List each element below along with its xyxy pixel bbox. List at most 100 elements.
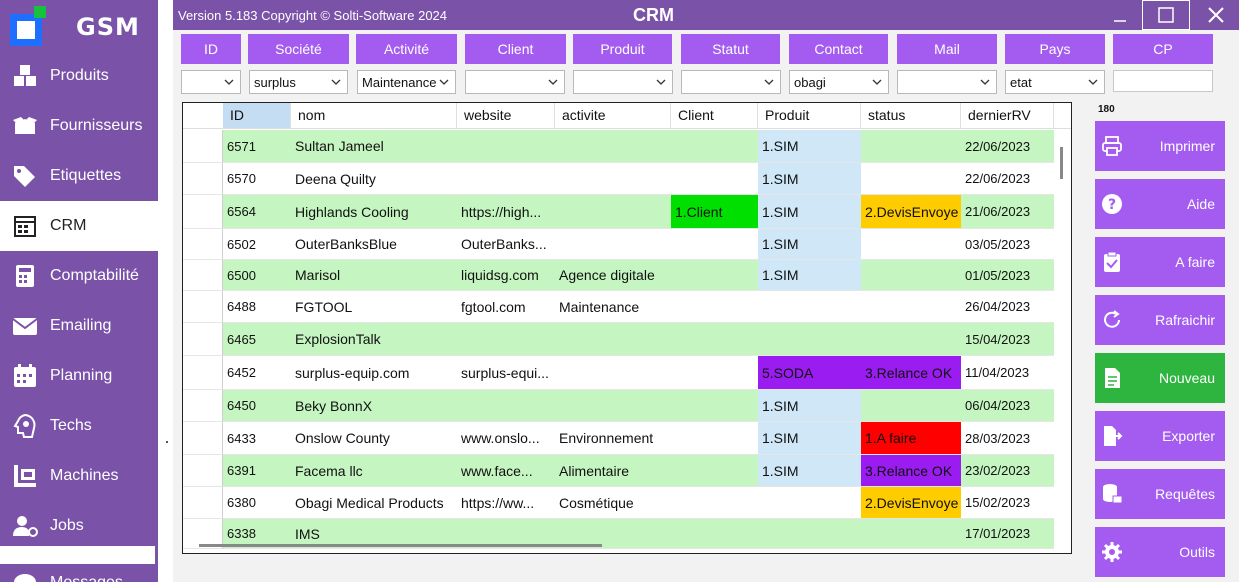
sidebar-item-messages[interactable]: Messages <box>0 558 158 582</box>
filter-select-id[interactable] <box>181 70 241 94</box>
cell-client[interactable] <box>671 130 758 162</box>
cell-id[interactable]: 6564 <box>223 195 291 228</box>
filter-select-activite[interactable]: Maintenance <box>357 70 456 94</box>
sidebar-item-etiquettes[interactable]: Etiquettes <box>0 151 158 201</box>
filter-header-pays[interactable]: Pays <box>1005 34 1105 64</box>
cell-status[interactable] <box>861 130 961 162</box>
sidebar-item-emailing[interactable]: Emailing <box>0 301 158 351</box>
cell-client[interactable] <box>671 455 758 486</box>
imprimer-button[interactable]: Imprimer <box>1095 121 1225 171</box>
filter-header-mail[interactable]: Mail <box>897 34 997 64</box>
column-header-website[interactable]: website <box>457 103 555 128</box>
cell-website[interactable]: surplus-equi... <box>457 356 555 389</box>
cell-produit[interactable] <box>758 291 861 322</box>
requetes-button[interactable]: Requêtes <box>1095 469 1225 519</box>
filter-select-mail[interactable] <box>897 70 997 94</box>
sidebar-item-fournisseurs[interactable]: Fournisseurs <box>0 101 158 151</box>
cell-nom[interactable]: Deena Quilty <box>291 163 457 194</box>
filter-header-client[interactable]: Client <box>465 34 566 64</box>
filter-header-societe[interactable]: Société <box>248 34 349 64</box>
cell-client[interactable] <box>671 390 758 421</box>
cell-id[interactable]: 6433 <box>223 422 291 454</box>
row-header[interactable] <box>183 195 223 229</box>
cell-website[interactable]: www.onslo... <box>457 422 555 454</box>
cell-produit[interactable] <box>758 323 861 355</box>
cell-produit[interactable]: 1.SIM <box>758 229 861 259</box>
table-row[interactable]: 6564 Highlands Cooling https://high... 1.Cl… <box>223 195 1054 229</box>
cell-id[interactable]: 6391 <box>223 455 291 486</box>
column-header-status[interactable]: status <box>861 103 961 128</box>
cell-activite[interactable] <box>555 390 671 421</box>
table-row[interactable]: 6452 surplus-equip.com surplus-equi... 5.SO… <box>223 356 1054 390</box>
cell-activite[interactable]: Environnement <box>555 422 671 454</box>
vertical-scrollbar[interactable] <box>1060 147 1063 179</box>
table-row[interactable]: 6571 Sultan Jameel 1.SIM 22/06/2023 <box>223 130 1054 163</box>
cell-website[interactable] <box>457 390 555 421</box>
cell-id[interactable]: 6488 <box>223 291 291 322</box>
cell-website[interactable]: www.face... <box>457 455 555 486</box>
cell-produit[interactable]: 1.SIM <box>758 422 861 454</box>
cell-produit[interactable]: 5.SODA <box>758 356 861 389</box>
cell-id[interactable]: 6500 <box>223 260 291 290</box>
filter-input-cp[interactable] <box>1113 70 1213 92</box>
filter-select-societe[interactable]: surplus <box>249 70 348 94</box>
sidebar-item-jobs[interactable]: Jobs <box>0 501 158 551</box>
cell-id[interactable]: 6450 <box>223 390 291 421</box>
cell-status[interactable] <box>861 260 961 290</box>
row-header[interactable] <box>183 455 223 487</box>
cell-id[interactable]: 6380 <box>223 487 291 518</box>
cell-client[interactable] <box>671 487 758 518</box>
cell-id[interactable]: 6465 <box>223 323 291 355</box>
sidebar-item-planning[interactable]: Planning <box>0 351 158 401</box>
cell-client[interactable] <box>671 291 758 322</box>
cell-id[interactable]: 6452 <box>223 356 291 389</box>
cell-activite[interactable] <box>555 195 671 228</box>
table-row[interactable]: 6570 Deena Quilty 1.SIM 22/06/2023 <box>223 163 1054 195</box>
row-header[interactable] <box>183 422 223 455</box>
cell-produit[interactable]: 1.SIM <box>758 163 861 194</box>
filter-header-statut[interactable]: Statut <box>681 34 780 64</box>
cell-status[interactable] <box>861 323 961 355</box>
cell-activite[interactable]: Agence digitale <box>555 260 671 290</box>
column-header-client[interactable]: Client <box>671 103 758 128</box>
cell-date[interactable]: 06/04/2023 <box>961 390 1054 421</box>
table-row[interactable]: 6502 OuterBanksBlue OuterBanks... 1.SIM 03/0… <box>223 229 1054 260</box>
cell-activite[interactable] <box>555 229 671 259</box>
row-header[interactable] <box>183 291 223 323</box>
cell-date[interactable]: 22/06/2023 <box>961 130 1054 162</box>
row-header[interactable] <box>183 356 223 390</box>
cell-website[interactable]: https://high... <box>457 195 555 228</box>
cell-website[interactable] <box>457 130 555 162</box>
cell-status[interactable]: 3.Relance OK <box>861 356 961 389</box>
cell-status[interactable] <box>861 390 961 421</box>
cell-id[interactable]: 6570 <box>223 163 291 194</box>
cell-date[interactable]: 03/05/2023 <box>961 229 1054 259</box>
filter-select-pays[interactable]: etat <box>1005 70 1105 94</box>
cell-nom[interactable]: Facema llc <box>291 455 457 486</box>
outils-button[interactable]: Outils <box>1095 527 1225 577</box>
cell-id[interactable]: 6502 <box>223 229 291 259</box>
cell-website[interactable]: OuterBanks... <box>457 229 555 259</box>
cell-website[interactable]: https://ww... <box>457 487 555 518</box>
maximize-button[interactable] <box>1142 0 1190 30</box>
table-row[interactable]: 6488 FGTOOL fgtool.com Maintenance 26/04/202… <box>223 291 1054 323</box>
sidebar-item-techs[interactable]: Techs <box>0 401 158 451</box>
cell-date[interactable]: 15/04/2023 <box>961 323 1054 355</box>
cell-nom[interactable]: surplus-equip.com <box>291 356 457 389</box>
cell-produit[interactable]: 1.SIM <box>758 260 861 290</box>
row-header[interactable] <box>183 323 223 356</box>
horizontal-scrollbar[interactable] <box>199 544 602 547</box>
row-header[interactable] <box>183 163 223 195</box>
row-header[interactable] <box>183 487 223 519</box>
rafraichir-button[interactable]: Rafraichir <box>1095 295 1225 345</box>
cell-nom[interactable]: Onslow County <box>291 422 457 454</box>
filter-header-activite[interactable]: Activité <box>356 34 457 64</box>
cell-id[interactable]: 6571 <box>223 130 291 162</box>
table-row[interactable]: 6380 Obagi Medical Products https://ww... C… <box>223 487 1054 519</box>
nouveau-button[interactable]: Nouveau <box>1095 353 1225 403</box>
cell-date[interactable]: 21/06/2023 <box>961 195 1054 228</box>
cell-nom[interactable]: Sultan Jameel <box>291 130 457 162</box>
sidebar-item-machines[interactable]: Machines <box>0 451 158 501</box>
cell-status[interactable] <box>861 229 961 259</box>
row-header[interactable] <box>183 260 223 291</box>
